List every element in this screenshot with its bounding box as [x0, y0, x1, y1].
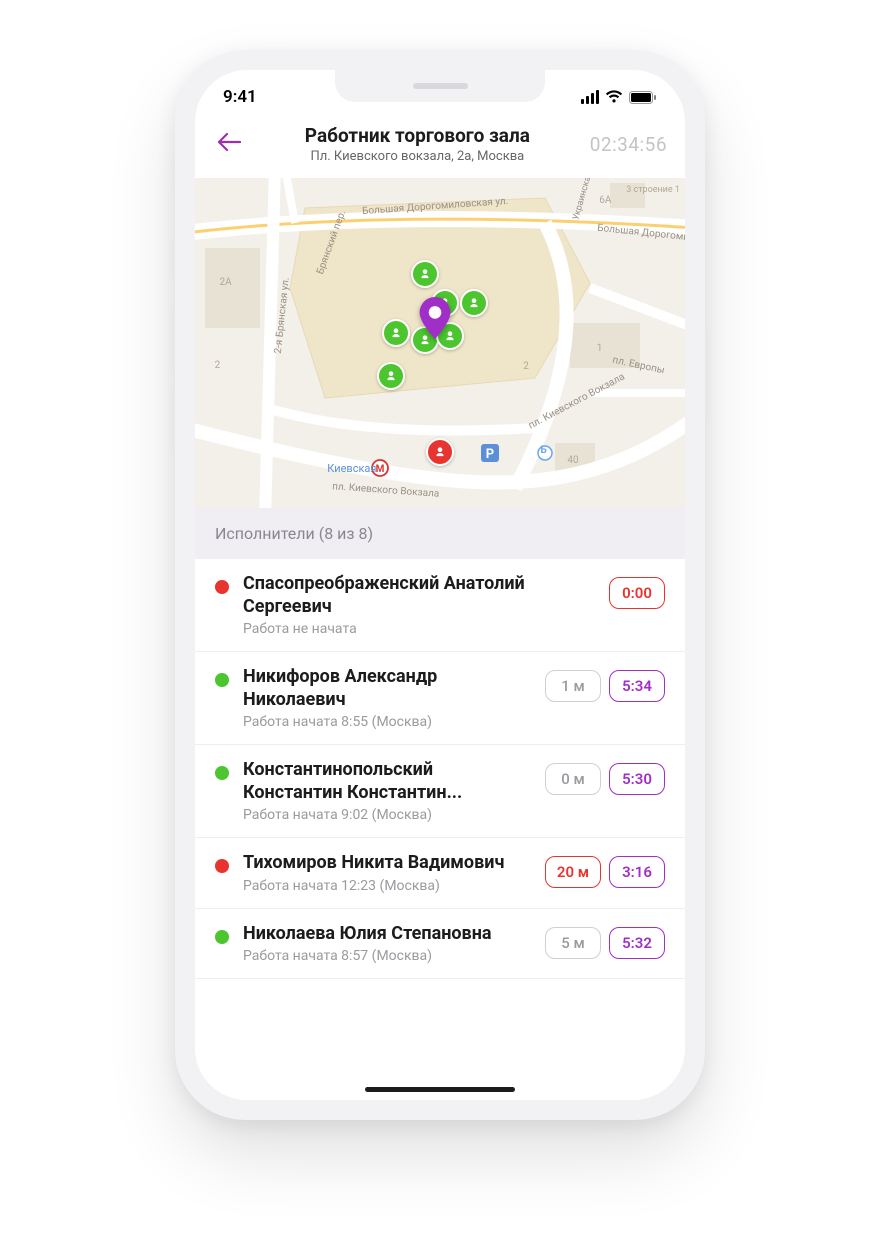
status-dot-icon: [215, 580, 229, 594]
map-marker-green[interactable]: [460, 289, 488, 317]
app-header: Работник торгового зала Пл. Киевского во…: [195, 114, 685, 178]
worker-info: Николаева Юлия Степановна Работа начата 8…: [243, 923, 531, 965]
map-view[interactable]: М P Большая Дорогомиловская ул. Большая …: [195, 178, 685, 508]
map-marker-green[interactable]: [411, 260, 439, 288]
page-subtitle: Пл. Киевского вокзала, 2а, Москва: [255, 149, 580, 164]
map-marker-green[interactable]: [377, 362, 405, 390]
status-dot-icon: [215, 859, 229, 873]
svg-text:P: P: [486, 447, 494, 462]
map-building-number: 2А: [220, 277, 232, 288]
back-button[interactable]: [213, 127, 245, 161]
worker-name: Тихомиров Никита Вадимович: [243, 852, 531, 875]
app-screen: 9:41 Работник торгового зала Пл. Киев: [195, 70, 685, 1100]
worker-row[interactable]: Тихомиров Никита Вадимович Работа начата …: [195, 838, 685, 909]
worker-info: Константинопольский Константин Константи…: [243, 759, 531, 823]
worker-status-text: Работа начата 9:02 (Москва): [243, 807, 531, 823]
time-badge[interactable]: 20 м: [545, 856, 601, 888]
worker-name: Никифоров Александр Николаевич: [243, 666, 531, 711]
worker-name: Николаева Юлия Степановна: [243, 923, 531, 946]
workers-list[interactable]: Спасопреображенский Анатолий Сергеевич Ра…: [195, 559, 685, 1100]
map-building-number: 6А: [599, 195, 611, 206]
time-badge[interactable]: 5:30: [609, 763, 665, 795]
worker-status-text: Работа начата 12:23 (Москва): [243, 878, 531, 894]
wifi-icon: [605, 90, 623, 104]
worker-info: Никифоров Александр Николаевич Работа нач…: [243, 666, 531, 730]
map-building-number: 1: [597, 343, 603, 354]
page-title: Работник торгового зала: [255, 124, 580, 147]
section-performers-title: Исполнители (8 из 8): [195, 508, 685, 559]
time-badge[interactable]: 5:32: [609, 927, 665, 959]
device-notch: [335, 70, 545, 102]
worker-status-text: Работа начата 8:57 (Москва): [243, 948, 531, 964]
signal-icon: [581, 90, 599, 104]
distance-badge[interactable]: 5 м: [545, 927, 601, 959]
map-building-number: 2: [215, 360, 221, 371]
status-dot-icon: [215, 930, 229, 944]
time-badge[interactable]: 5:34: [609, 670, 665, 702]
battery-icon: [629, 91, 657, 104]
time-badge[interactable]: 3:16: [609, 856, 665, 888]
worker-badges: 5 м5:32: [545, 927, 665, 959]
worker-row[interactable]: Спасопреображенский Анатолий Сергеевич Ра…: [195, 559, 685, 652]
worker-status-text: Работа начата 8:55 (Москва): [243, 714, 531, 730]
worker-badges: 0 м5:30: [545, 763, 665, 795]
worker-info: Спасопреображенский Анатолий Сергеевич Ра…: [243, 573, 595, 637]
map-pin-icon[interactable]: [418, 297, 452, 343]
map-marker-red[interactable]: [426, 438, 454, 466]
status-dot-icon: [215, 766, 229, 780]
worker-badges: 20 м3:16: [545, 856, 665, 888]
status-time: 9:41: [223, 87, 257, 107]
time-badge[interactable]: 0:00: [609, 577, 665, 609]
distance-badge[interactable]: 0 м: [545, 763, 601, 795]
phone-frame: 9:41 Работник торгового зала Пл. Киев: [175, 50, 705, 1120]
worker-row[interactable]: Константинопольский Константин Константи…: [195, 745, 685, 838]
map-building-number: 2: [523, 361, 529, 372]
map-building-number: 3 строение 1: [626, 185, 680, 195]
distance-badge[interactable]: 1 м: [545, 670, 601, 702]
worker-row[interactable]: Николаева Юлия Степановна Работа начата 8…: [195, 909, 685, 980]
worker-info: Тихомиров Никита Вадимович Работа начата …: [243, 852, 531, 894]
worker-name: Константинопольский Константин Константи…: [243, 759, 531, 804]
map-metro-label: Киевская: [327, 462, 376, 475]
worker-row[interactable]: Никифоров Александр Николаевич Работа нач…: [195, 652, 685, 745]
worker-status-text: Работа не начата: [243, 621, 595, 637]
worker-badges: 1 м5:34: [545, 670, 665, 702]
svg-text:М: М: [376, 464, 385, 475]
header-timer: 02:34:56: [590, 133, 667, 156]
home-indicator[interactable]: [365, 1087, 515, 1092]
worker-badges: 0:00: [609, 577, 665, 609]
status-dot-icon: [215, 673, 229, 687]
map-marker-green[interactable]: [382, 319, 410, 347]
worker-name: Спасопреображенский Анатолий Сергеевич: [243, 573, 595, 618]
map-building-number: 40: [567, 455, 578, 466]
map-poi-label: Б: [540, 445, 546, 456]
